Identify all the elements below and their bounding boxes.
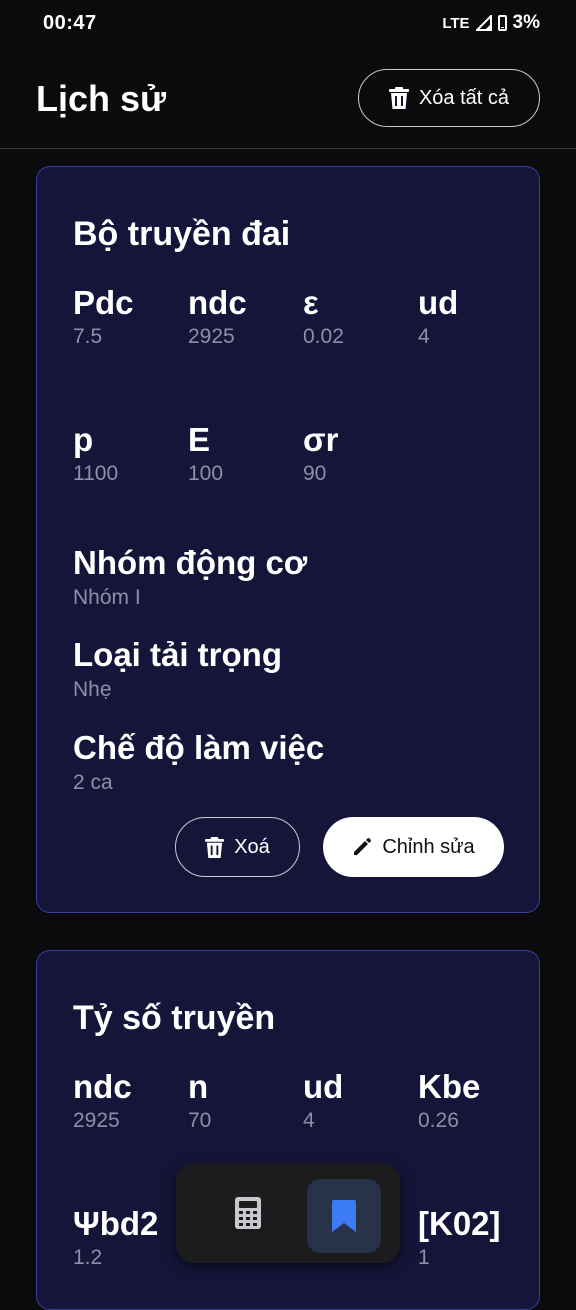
param-value: 90 bbox=[303, 462, 327, 485]
param-name: Kbe bbox=[418, 1068, 481, 1105]
page-title: Lịch sử bbox=[36, 78, 167, 119]
param-item: ε 0.02 bbox=[303, 283, 413, 349]
param-name: Pdc bbox=[73, 284, 134, 321]
trash-icon bbox=[388, 86, 409, 110]
param-item: σr 90 bbox=[303, 420, 413, 486]
info-label: Nhóm động cơ bbox=[73, 544, 308, 581]
info-label: Loại tải trọng bbox=[73, 636, 282, 673]
status-time: 00:47 bbox=[43, 12, 97, 34]
param-item: ndc 2925 bbox=[188, 283, 298, 349]
param-value: 4 bbox=[303, 1109, 315, 1132]
param-value: 2925 bbox=[73, 1109, 120, 1132]
clear-all-label: Xóa tất cả bbox=[418, 86, 510, 109]
param-value: 2925 bbox=[188, 325, 235, 348]
history-card: Bộ truyền đai Pdc 7.5 ndc 2925 ε 0.02 ud… bbox=[36, 166, 540, 913]
param-item: p 1100 bbox=[73, 420, 183, 486]
info-item: Chế độ làm việc 2 ca bbox=[73, 729, 324, 795]
nav-calculator-button[interactable] bbox=[208, 1179, 288, 1247]
info-item: Nhóm động cơ Nhóm I bbox=[73, 544, 307, 610]
param-value: 0.02 bbox=[303, 325, 344, 348]
pencil-icon bbox=[352, 837, 372, 857]
param-item: Pdc 7.5 bbox=[73, 283, 183, 349]
param-item: ud 4 bbox=[303, 1067, 413, 1133]
param-item: ndc 2925 bbox=[73, 1067, 183, 1133]
clear-all-button[interactable]: Xóa tất cả bbox=[358, 69, 540, 127]
status-indicators: LTE 3% bbox=[442, 12, 540, 34]
trash-icon bbox=[205, 836, 225, 859]
param-name: Ψbd2 bbox=[73, 1205, 159, 1242]
param-value: 100 bbox=[188, 462, 224, 485]
status-bar: 00:47 LTE 3% bbox=[0, 0, 576, 48]
bookmark-icon bbox=[332, 1200, 356, 1232]
app-header: Lịch sử Xóa tất cả bbox=[0, 48, 576, 149]
info-value: Nhẹ bbox=[73, 678, 112, 701]
info-label: Chế độ làm việc bbox=[73, 729, 325, 766]
signal-icon bbox=[475, 15, 492, 31]
param-item: E 100 bbox=[188, 420, 298, 486]
param-name: ud bbox=[418, 284, 459, 321]
param-name: E bbox=[188, 421, 211, 458]
param-value: 1.2 bbox=[73, 1246, 103, 1269]
calculator-icon bbox=[235, 1197, 261, 1229]
param-name: σr bbox=[303, 421, 339, 458]
card-title: Bộ truyền đai bbox=[73, 215, 291, 253]
param-name: n bbox=[188, 1068, 209, 1105]
param-item: Kbe 0.26 bbox=[418, 1067, 528, 1133]
param-item: Ψbd2 1.2 bbox=[73, 1204, 183, 1270]
edit-label: Chỉnh sửa bbox=[382, 835, 475, 858]
info-value: 2 ca bbox=[73, 771, 113, 794]
param-name: ndc bbox=[73, 1068, 132, 1105]
delete-button[interactable]: Xoá bbox=[175, 817, 300, 877]
param-value: 7.5 bbox=[73, 325, 103, 348]
param-item: [K02] 1 bbox=[418, 1204, 528, 1270]
param-name: ud bbox=[303, 1068, 344, 1105]
param-name: p bbox=[73, 421, 94, 458]
edit-button[interactable]: Chỉnh sửa bbox=[323, 817, 504, 877]
param-name: [K02] bbox=[418, 1205, 501, 1242]
delete-label: Xoá bbox=[234, 835, 270, 858]
param-value: 0.26 bbox=[418, 1109, 459, 1132]
nav-history-button[interactable] bbox=[307, 1179, 381, 1253]
param-item: n 70 bbox=[188, 1067, 298, 1133]
param-item: ud 4 bbox=[418, 283, 528, 349]
param-value: 1100 bbox=[73, 462, 119, 485]
param-value: 4 bbox=[418, 325, 430, 348]
info-item: Loại tải trọng Nhẹ bbox=[73, 636, 282, 702]
info-value: Nhóm I bbox=[73, 586, 141, 609]
network-type: LTE bbox=[442, 14, 470, 32]
bottom-nav bbox=[176, 1163, 400, 1263]
param-name: ndc bbox=[188, 284, 247, 321]
param-name: ε bbox=[303, 284, 319, 321]
param-value: 70 bbox=[188, 1109, 212, 1132]
card-title: Tỷ số truyền bbox=[73, 999, 276, 1037]
param-value: 1 bbox=[418, 1246, 430, 1269]
battery-level: 3% bbox=[512, 12, 540, 33]
battery-icon bbox=[497, 15, 507, 31]
